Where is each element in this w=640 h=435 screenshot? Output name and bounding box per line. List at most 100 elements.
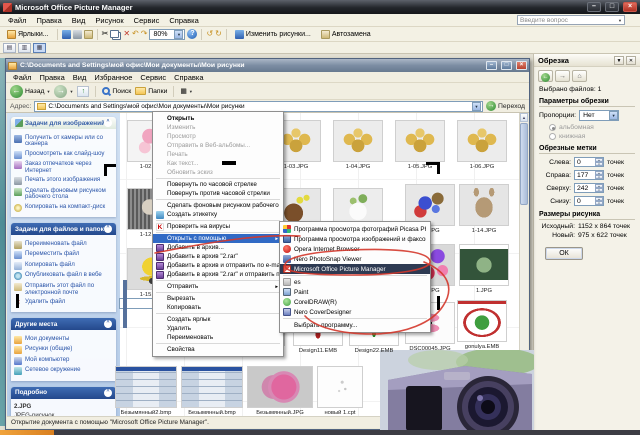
spinner[interactable]: ▲▼	[595, 184, 603, 192]
sidebar-item[interactable]: Переименовать файл	[14, 241, 113, 249]
chevron-icon[interactable]: ^	[104, 389, 112, 397]
sidebar-item[interactable]: Копировать файл	[14, 262, 113, 270]
menu-item[interactable]: Microsoft Office Picture Manager	[280, 264, 430, 274]
proportions-select[interactable]: Нет ▼	[579, 110, 619, 121]
shortcuts-button[interactable]: Ярлыки...	[3, 28, 53, 40]
menu-item[interactable]: Просмотр	[153, 132, 283, 141]
close-icon[interactable]: ✕	[626, 56, 636, 65]
sidebar-item[interactable]: ✕Удалить файл	[14, 299, 113, 307]
ask-question-input[interactable]: Введите вопрос ▼	[517, 15, 625, 25]
close-button[interactable]: ×	[516, 61, 527, 70]
menu-item[interactable]: Справка	[170, 73, 207, 82]
sidebar-item[interactable]: Рисунки (общие)	[14, 346, 113, 354]
file-thumbnail[interactable]: Безымянный2.bmp	[115, 366, 177, 416]
maximize-button[interactable]: □	[605, 2, 619, 12]
spin-down-icon[interactable]: ▼	[595, 162, 603, 166]
sidebar-section-header[interactable]: Подробно^	[11, 387, 116, 399]
minimize-button[interactable]: –	[486, 61, 497, 70]
menu-item[interactable]: Сервис	[129, 15, 165, 26]
menu-item[interactable]: Добавить в архив "2.rar"	[153, 252, 283, 261]
sidebar-item[interactable]: Заказ отпечатков через Интернет	[14, 161, 113, 175]
menu-item[interactable]: Рисунок	[90, 15, 128, 26]
sidebar-item[interactable]: Опубликовать файл в вебе	[14, 272, 113, 280]
cut-icon[interactable]: ✂	[102, 29, 109, 39]
sidebar-item[interactable]: Копировать на компакт-диск	[14, 204, 113, 212]
chevron-down-icon[interactable]: ▼	[614, 56, 624, 65]
sidebar-item[interactable]: Просмотреть как слайд-шоу	[14, 151, 113, 159]
help-icon[interactable]: ?	[187, 29, 197, 39]
edit-pictures-button[interactable]: Изменить рисунки...	[231, 28, 315, 40]
go-button[interactable]: → Переход	[486, 101, 525, 111]
print-icon[interactable]	[73, 30, 82, 39]
menu-item[interactable]: Открыть с помощью►	[153, 234, 283, 243]
ok-button[interactable]: ОК	[545, 247, 583, 260]
spin-down-icon[interactable]: ▼	[595, 175, 603, 179]
thumbnail-view-button[interactable]: ▤	[3, 43, 16, 53]
crop-mark[interactable]	[437, 296, 440, 310]
undo-icon[interactable]: ↶	[132, 29, 139, 39]
crop-field-input[interactable]: 0▲▼	[574, 157, 604, 167]
menu-item[interactable]: Сервис	[136, 73, 170, 82]
menu-item[interactable]: Вид	[69, 73, 91, 82]
forward-button[interactable]: → ▼	[54, 85, 73, 98]
spin-down-icon[interactable]: ▼	[595, 201, 603, 205]
file-thumbnail[interactable]: 1-04.JPG	[333, 120, 383, 170]
autocorrect-button[interactable]: Автозамена	[317, 28, 375, 40]
menu-item[interactable]: Программа просмотра изображений и факсов	[280, 234, 430, 244]
menu-item[interactable]: Обновить эскиз	[153, 168, 283, 177]
menu-item[interactable]: Создать ярлык	[153, 315, 283, 324]
sidebar-section-header[interactable]: Задачи для изображений^	[11, 117, 116, 129]
menu-item[interactable]: Файл	[3, 15, 31, 26]
menu-item[interactable]: Печать	[153, 150, 283, 159]
zoom-combobox[interactable]: 80% ▼	[149, 29, 185, 40]
spinner[interactable]: ▲▼	[595, 158, 603, 166]
menu-item[interactable]: Справка	[164, 15, 203, 26]
menu-item[interactable]: Создать этикетку	[153, 210, 283, 219]
sidebar-section-header[interactable]: Другие места^	[11, 318, 116, 330]
menu-item[interactable]: KПроверить на вирусы	[153, 222, 283, 231]
filmstrip-view-button[interactable]: ▥	[18, 43, 31, 53]
menu-item[interactable]: Правка	[31, 15, 66, 26]
file-thumbnail[interactable]: gonulya.EMB	[457, 300, 507, 350]
menu-item[interactable]: Переименовать	[153, 333, 283, 342]
menu-item[interactable]: Сделать фоновым рисунком рабочего стола	[153, 201, 283, 210]
landscape-radio-row[interactable]: альбомная	[549, 124, 635, 131]
views-button[interactable]: ▦ ▼	[180, 87, 192, 95]
menu-item[interactable]: Копировать	[153, 303, 283, 312]
up-button[interactable]: ↑	[77, 86, 89, 97]
address-input[interactable]: C:\Documents and Settings\мой офис\Мои д…	[34, 101, 483, 112]
sidebar-item[interactable]: Печать этого изображения	[14, 177, 113, 185]
sidebar-item[interactable]: Получить от камеры или со сканера	[14, 135, 113, 149]
file-thumbnail[interactable]: Безымянный.JPG	[247, 366, 313, 416]
crop-field-input[interactable]: 0▲▼	[574, 196, 604, 206]
sidebar-item[interactable]: Переместить файл	[14, 251, 113, 259]
menu-item[interactable]: Добавить в архив и отправить по e-mail..…	[153, 261, 283, 270]
spin-down-icon[interactable]: ▼	[595, 188, 603, 192]
menu-item[interactable]: Повернуть против часовой стрелки	[153, 189, 283, 198]
crop-mark[interactable]	[222, 161, 236, 165]
folders-button[interactable]: Папки	[135, 87, 167, 95]
scrollbar-thumb[interactable]	[520, 123, 528, 205]
menu-item[interactable]: Выбрать программу...	[280, 320, 430, 330]
copy-icon[interactable]	[110, 30, 119, 38]
portrait-radio-row[interactable]: книжная	[549, 133, 635, 140]
menu-item[interactable]: Вырезать	[153, 294, 283, 303]
forward-button[interactable]: →	[555, 70, 570, 82]
menu-item[interactable]: Paint	[280, 287, 430, 297]
minimize-button[interactable]: –	[587, 2, 601, 12]
search-button[interactable]: Поиск	[102, 87, 131, 95]
sidebar-item[interactable]: Отправить этот файл по электронной почте	[14, 283, 113, 297]
chevron-icon[interactable]: ^	[104, 320, 112, 328]
file-thumbnail[interactable]: 1.JPG	[459, 244, 509, 294]
crop-field-input[interactable]: 242▲▼	[574, 183, 604, 193]
menu-item[interactable]: Удалить	[153, 324, 283, 333]
menu-item[interactable]: CorelDRAW(R)	[280, 297, 430, 307]
menu-item[interactable]: Повернуть по часовой стрелке	[153, 180, 283, 189]
menu-item[interactable]: es	[280, 277, 430, 287]
close-button[interactable]: ×	[623, 2, 637, 12]
crop-mark[interactable]	[104, 164, 107, 176]
portrait-radio[interactable]	[549, 133, 556, 140]
back-button[interactable]: ← Назад ▼	[10, 85, 50, 98]
menu-item[interactable]: Изменить	[153, 123, 283, 132]
menu-item[interactable]: Избранное	[90, 73, 136, 82]
